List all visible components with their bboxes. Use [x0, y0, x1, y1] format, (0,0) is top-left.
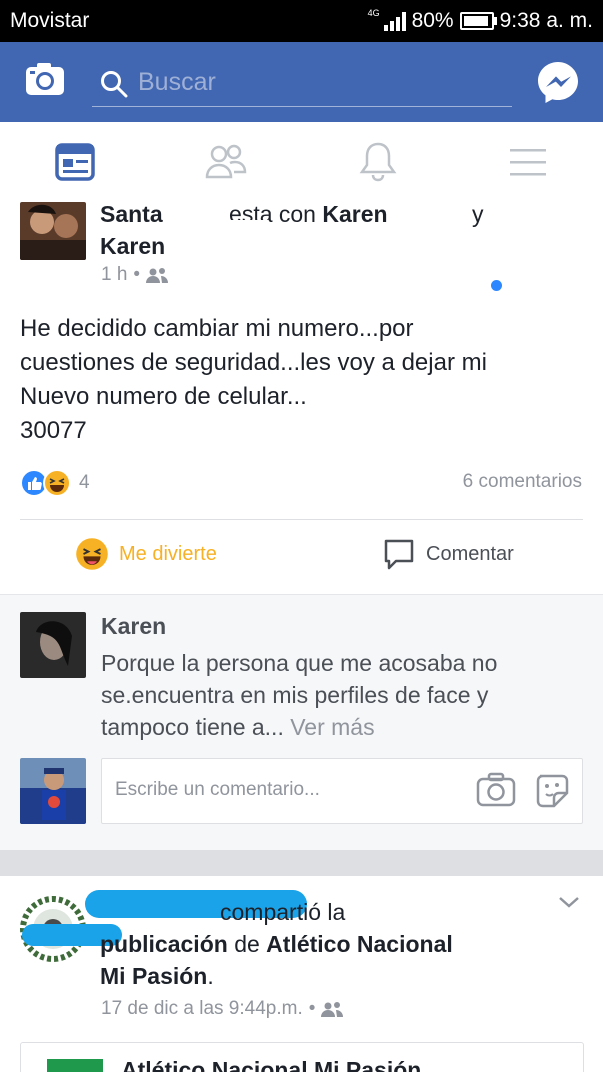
- tagged-name-1[interactable]: Karen: [322, 202, 394, 227]
- post-text: He decidido cambiar mi numero...por cues…: [20, 315, 487, 444]
- react-button-label: Me divierte: [119, 542, 217, 565]
- shared-page-title: Atlético Nacional Mi Pasión: [121, 1057, 422, 1072]
- page-name-link[interactable]: Atlético Nacional: [266, 931, 453, 957]
- sticker-icon[interactable]: [534, 772, 570, 813]
- battery-percent: 80%: [411, 9, 454, 32]
- post-header: compartió la publicación de Atlético Nac…: [100, 899, 453, 989]
- reaction-count: 4: [79, 472, 90, 493]
- news-feed-icon: [55, 143, 95, 181]
- comment-author[interactable]: Karen: [101, 613, 166, 640]
- post-meta: 17 de dic a las 9:44p.m. •: [101, 998, 344, 1020]
- tab-menu[interactable]: [506, 140, 550, 184]
- chevron-down-icon[interactable]: [557, 894, 581, 915]
- post-time[interactable]: 1 h: [101, 264, 127, 286]
- author-name[interactable]: Santa: [100, 202, 169, 227]
- tab-bar: [0, 122, 603, 203]
- haha-reaction-icon: [43, 469, 71, 497]
- redaction: [188, 220, 268, 244]
- comment-button[interactable]: Comentar: [382, 537, 514, 571]
- clock: 9:38 a. m.: [499, 9, 593, 32]
- divider: [20, 519, 583, 520]
- messenger-icon[interactable]: [536, 60, 580, 104]
- camera-icon[interactable]: [25, 62, 65, 96]
- tab-notifications[interactable]: [356, 140, 400, 184]
- feed-separator: [0, 850, 603, 876]
- feed-post: compartió la publicación de Atlético Nac…: [0, 876, 603, 1072]
- commenter-avatar[interactable]: [20, 612, 86, 678]
- comment-text: Porque la persona que me acosaba no se.e…: [101, 650, 498, 740]
- tab-news-feed[interactable]: [53, 140, 97, 184]
- network-type: 4G: [367, 8, 380, 18]
- friends-audience-icon: [146, 268, 169, 283]
- search-icon: [100, 70, 128, 105]
- comment-button-label: Comentar: [426, 542, 514, 565]
- comments-count-link[interactable]: 6 comentarios: [463, 471, 582, 493]
- reactions-summary[interactable]: 4: [20, 469, 90, 497]
- comment-input-placeholder: Escribe un comentario...: [115, 779, 320, 800]
- battery-icon: [459, 12, 497, 30]
- search-bar[interactable]: Buscar: [92, 62, 512, 107]
- tagged-name-2[interactable]: Karen: [100, 233, 165, 259]
- react-button[interactable]: Me divierte: [75, 537, 217, 571]
- current-user-avatar: [20, 758, 86, 824]
- friends-audience-icon: [321, 1002, 344, 1017]
- publication-link[interactable]: publicación: [100, 931, 228, 957]
- haha-icon: [76, 538, 108, 570]
- author-avatar[interactable]: [20, 202, 86, 260]
- post-header: Santa esta con Karen y Karen: [100, 202, 484, 259]
- comments-section: Karen Porque la persona que me acosaba n…: [0, 594, 603, 851]
- status-bar: Movistar 4G 80% 9:38 a. m.: [0, 0, 603, 42]
- shared-post-card[interactable]: Atlético Nacional Mi Pasión: [20, 1042, 584, 1072]
- comment-icon: [384, 539, 414, 570]
- friends-icon: [205, 144, 247, 179]
- notifications-icon: [359, 142, 397, 182]
- comment-input[interactable]: Escribe un comentario...: [101, 758, 583, 824]
- feed-post: Santa esta con Karen y Karen 1 h • He de…: [0, 202, 603, 594]
- page-logo: [47, 1059, 103, 1072]
- page-name-link-2[interactable]: Mi Pasión: [100, 963, 207, 989]
- tab-friends[interactable]: [204, 140, 248, 184]
- post-meta: 1 h •: [101, 264, 169, 286]
- see-more-link[interactable]: Ver más: [290, 714, 374, 740]
- redaction: [190, 615, 360, 641]
- camera-icon[interactable]: [476, 772, 516, 813]
- carrier-label: Movistar: [10, 9, 90, 32]
- top-bar: Buscar: [0, 42, 603, 122]
- unread-dot: [491, 280, 502, 291]
- signal-icon: [383, 11, 406, 31]
- search-placeholder: Buscar: [138, 68, 216, 96]
- post-date[interactable]: 17 de dic a las 9:44p.m.: [101, 998, 303, 1020]
- menu-icon: [510, 149, 546, 176]
